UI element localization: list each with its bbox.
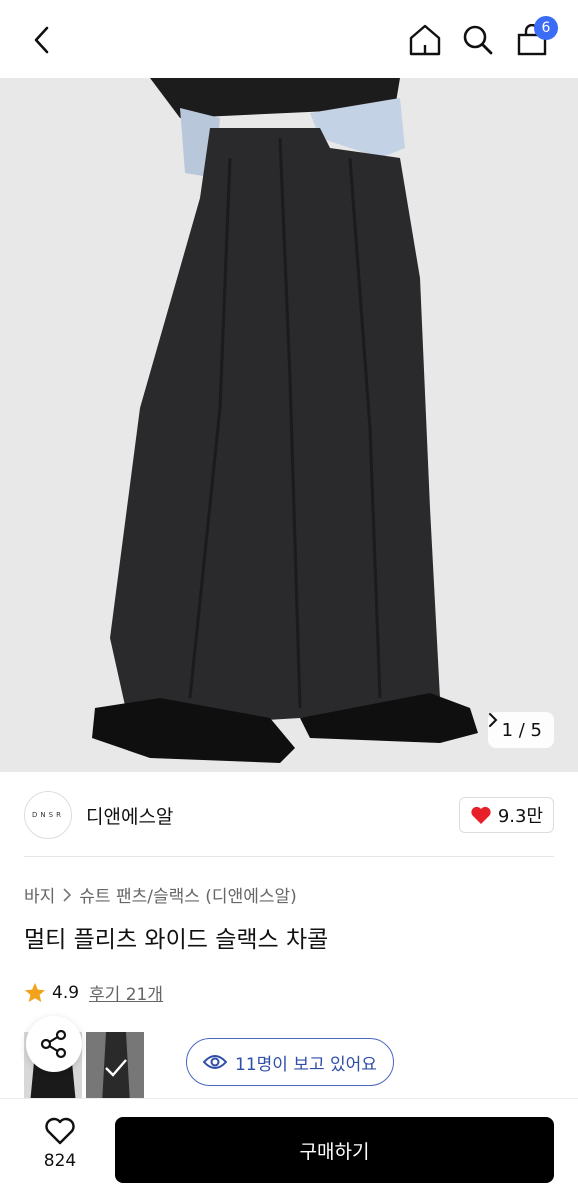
share-icon <box>40 1029 67 1059</box>
viewers-text: 11명이 보고 있어요 <box>235 1054 377 1075</box>
breadcrumb-item-category[interactable]: 바지 <box>24 882 55 907</box>
brand-row: DNSR 디앤에스알 9.3만 <box>24 786 554 844</box>
search-button[interactable] <box>458 18 498 62</box>
heart-outline-icon <box>45 1117 75 1145</box>
image-pager[interactable]: 1 / 5 <box>487 712 554 748</box>
breadcrumb-item-subcategory[interactable]: 슈트 팬츠/슬랙스 (디앤에스알) <box>79 882 296 907</box>
product-title: 멀티 플리츠 와이드 슬랙스 차콜 <box>24 927 329 953</box>
chevron-right-icon <box>63 887 72 902</box>
thumbnail-image <box>86 1032 144 1104</box>
top-app-bar: 6 <box>0 0 578 78</box>
pager-text: 1 / 5 <box>501 719 542 741</box>
rating-value: 4.9 <box>52 982 80 1003</box>
star-icon <box>25 982 45 1002</box>
home-icon <box>409 24 441 56</box>
heart-filled-icon <box>471 806 491 824</box>
search-icon <box>463 25 493 55</box>
share-button[interactable] <box>26 1016 82 1072</box>
cart-count-badge: 6 <box>534 16 558 40</box>
brand-logo[interactable]: DNSR <box>24 791 72 839</box>
brand-like-count: 9.3만 <box>497 806 543 827</box>
thumbnail-option-selected[interactable] <box>86 1032 144 1104</box>
wishlist-button[interactable]: 824 <box>24 1117 96 1187</box>
brand-like-button[interactable]: 9.3만 <box>458 797 554 833</box>
chevron-right-icon <box>488 713 497 727</box>
wishlist-count: 824 <box>43 1151 77 1171</box>
product-photo <box>0 78 578 772</box>
divider <box>24 856 554 857</box>
rating-row: 4.9 후기 21개 <box>24 980 163 1005</box>
review-link[interactable]: 후기 21개 <box>89 980 163 1005</box>
live-viewers-chip: 11명이 보고 있어요 <box>186 1038 394 1086</box>
brand-name[interactable]: 디앤에스알 <box>86 802 173 829</box>
breadcrumb: 바지 슈트 팬츠/슬랙스 (디앤에스알) <box>24 882 297 907</box>
back-icon <box>34 26 49 54</box>
cart-button[interactable]: 6 <box>512 16 558 62</box>
buy-button[interactable]: 구매하기 <box>115 1117 554 1183</box>
brand-logo-text: DNSR <box>32 811 64 819</box>
home-button[interactable] <box>405 18 445 62</box>
bottom-action-bar: 824 구매하기 <box>0 1098 578 1200</box>
eye-icon <box>203 1055 227 1069</box>
back-button[interactable] <box>22 18 62 62</box>
product-image-gallery[interactable]: 1 / 5 <box>0 78 578 772</box>
